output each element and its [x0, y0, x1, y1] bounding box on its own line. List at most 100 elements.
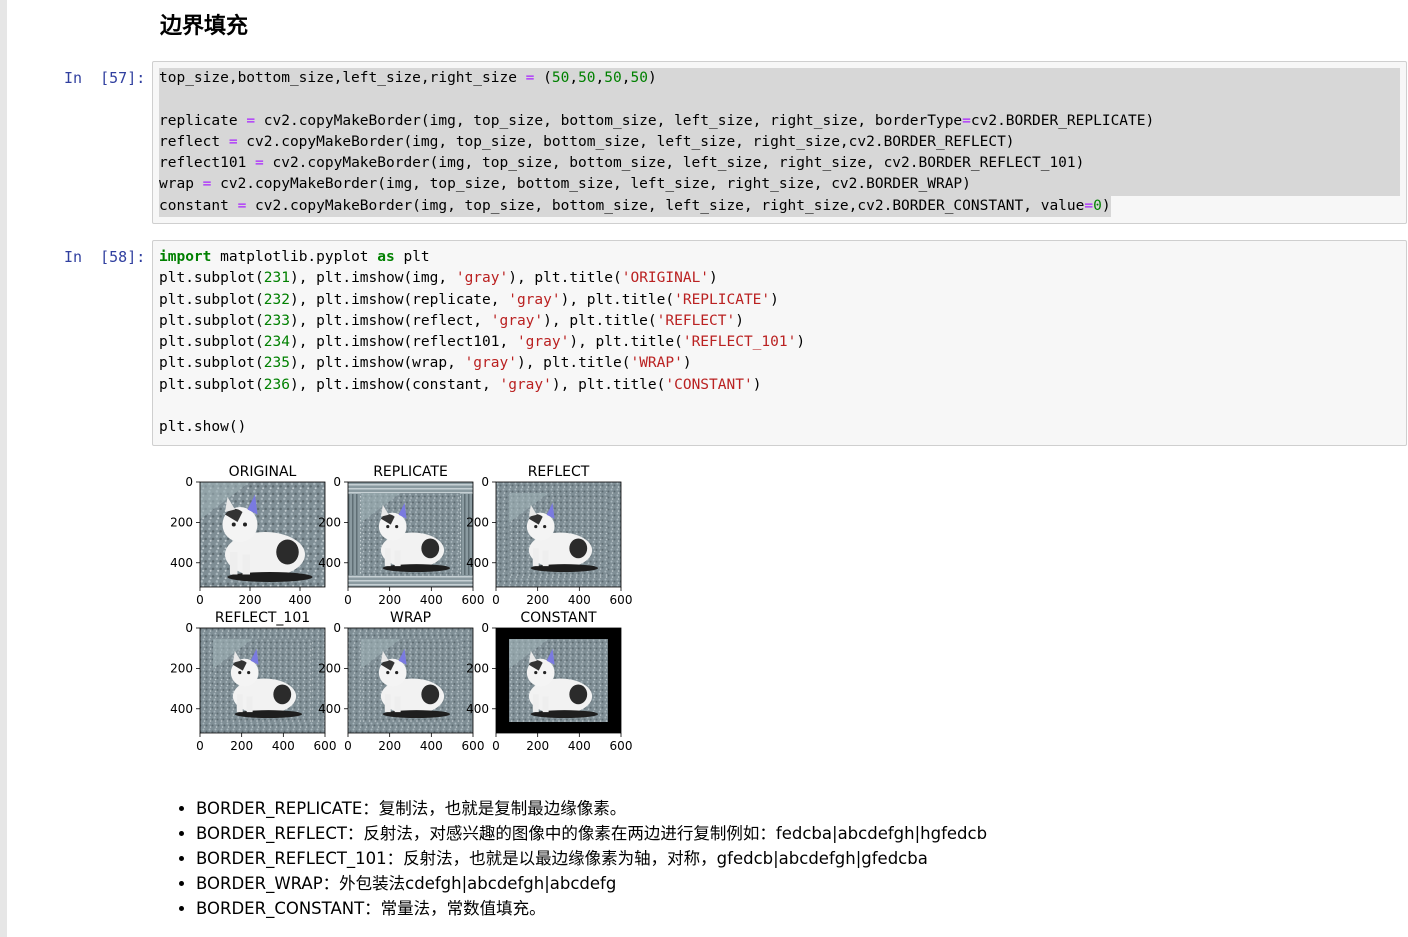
- subplot-title: ORIGINAL: [229, 464, 297, 480]
- code-token: plt.subplot(: [159, 334, 264, 351]
- code-line: replicate = cv2.copyMakeBorder(img, top_…: [159, 110, 1400, 132]
- y-tick-label: 0: [185, 621, 193, 635]
- code-token: 50: [630, 70, 648, 86]
- code-token: =: [228, 133, 238, 150]
- output-figure: ORIGINAL 0 200 400 0 200 400 REPLICATE 0 200 400 0 2…: [170, 464, 633, 753]
- y-tick-label: 400: [170, 702, 193, 716]
- subplot-title: WRAP: [390, 610, 431, 626]
- x-tick-label: 400: [568, 593, 591, 607]
- subplot-title: REFLECT_101: [215, 610, 310, 626]
- cell-prompt-58: In [58]:: [64, 248, 146, 266]
- subplot-title: REPLICATE: [373, 464, 448, 480]
- y-tick-label: 400: [318, 702, 341, 716]
- x-tick-label: 400: [272, 739, 295, 753]
- code-token: plt: [394, 249, 430, 265]
- code-token: ), plt.title(: [543, 312, 657, 329]
- code-token: 'gray': [490, 312, 544, 329]
- code-cell-57-source[interactable]: top_size,bottom_size,left_size,right_siz…: [159, 68, 1400, 218]
- code-token: plt.subplot(: [159, 376, 264, 393]
- y-tick-label: 400: [466, 702, 489, 716]
- code-token: ), plt.imshow(img,: [289, 270, 456, 287]
- code-token: 235: [263, 355, 290, 372]
- code-token: =: [255, 155, 264, 172]
- code-token: =: [246, 112, 256, 129]
- y-tick-label: 0: [333, 475, 341, 489]
- code-line: top_size,bottom_size,left_size,right_siz…: [159, 68, 1400, 90]
- x-tick-label: 200: [526, 739, 549, 753]
- left-gutter: [0, 0, 7, 937]
- y-tick-label: 200: [466, 661, 489, 675]
- code-token: ), plt.imshow(replicate,: [289, 291, 509, 308]
- x-tick-label: 0: [492, 593, 500, 607]
- x-tick-label: 600: [610, 739, 633, 753]
- code-token: plt.subplot(: [159, 355, 264, 372]
- code-token: ): [709, 270, 718, 287]
- x-tick-label: 600: [462, 739, 485, 753]
- code-token: 'WRAP': [630, 355, 683, 372]
- code-line: plt.show(): [159, 417, 805, 438]
- border-types-list: BORDER_REPLICATE：复制法，也就是复制最边缘像素。BORDER_R…: [176, 796, 987, 921]
- code-line: reflect101 = cv2.copyMakeBorder(img, top…: [159, 153, 1400, 175]
- subplot-title: CONSTANT: [520, 610, 597, 626]
- code-token: plt.subplot(: [159, 312, 264, 329]
- code-token: 50: [578, 70, 596, 86]
- code-token: ), plt.imshow(wrap,: [289, 355, 465, 372]
- code-token: 236: [263, 376, 290, 393]
- code-token: cv2.copyMakeBorder(img, top_size, bottom…: [246, 197, 1085, 214]
- code-token: cv2.BORDER_REPLICATE): [970, 112, 1155, 129]
- code-token: ), plt.imshow(reflect101,: [289, 334, 517, 351]
- code-token: ): [647, 70, 657, 86]
- code-token: ): [1101, 197, 1111, 214]
- code-line: plt.subplot(236), plt.imshow(constant, '…: [159, 375, 805, 396]
- code-token: 0: [1093, 197, 1102, 214]
- code-token: 'gray': [508, 291, 561, 308]
- y-tick-label: 0: [481, 475, 489, 489]
- code-token: cv2.copyMakeBorder(img, top_size, bottom…: [263, 155, 1085, 172]
- x-tick-label: 600: [610, 593, 633, 607]
- section-heading: 边界填充: [160, 14, 249, 39]
- code-token: ,: [595, 70, 605, 86]
- code-token: cv2.copyMakeBorder(img, top_size, bottom…: [255, 112, 963, 129]
- code-line: plt.subplot(234), plt.imshow(reflect101,…: [159, 332, 805, 353]
- code-token: ): [735, 312, 744, 329]
- code-token: 'ORIGINAL': [621, 270, 710, 287]
- code-token: ): [682, 355, 692, 372]
- subplot-wrap: WRAP 0 200 400 0 200 400 600: [318, 610, 484, 753]
- code-token: 'REPLICATE': [674, 291, 771, 308]
- subplot-reflect-101: REFLECT_101 0 200 400 0 200 400 600: [170, 610, 336, 753]
- code-token: wrap: [159, 176, 203, 193]
- code-token: plt.subplot(: [159, 291, 264, 308]
- code-token: import: [159, 249, 212, 265]
- y-tick-label: 200: [318, 661, 341, 675]
- code-token: 234: [263, 334, 290, 351]
- x-tick-label: 200: [378, 739, 401, 753]
- code-token: ), plt.title(: [508, 270, 622, 287]
- code-line: plt.subplot(235), plt.imshow(wrap, 'gray…: [159, 353, 805, 374]
- code-token: ): [796, 334, 806, 351]
- code-line: constant = cv2.copyMakeBorder(img, top_s…: [159, 195, 1400, 218]
- x-tick-label: 0: [344, 739, 352, 753]
- code-token: ,: [569, 70, 579, 86]
- x-tick-label: 200: [230, 739, 253, 753]
- y-tick-label: 200: [466, 515, 489, 529]
- y-tick-label: 200: [318, 515, 341, 529]
- y-tick-label: 0: [333, 621, 341, 635]
- code-token: ), plt.imshow(constant,: [289, 376, 500, 393]
- x-tick-label: 200: [526, 593, 549, 607]
- y-tick-label: 0: [185, 475, 193, 489]
- code-token: ), plt.title(: [560, 291, 675, 308]
- code-line: plt.subplot(232), plt.imshow(replicate, …: [159, 290, 805, 311]
- code-cell-58-source[interactable]: import matplotlib.pyplot as plt plt.subpl…: [159, 247, 805, 439]
- cell-prompt-57: In [57]:: [64, 69, 146, 87]
- subplot-constant: CONSTANT 0 200 400 0 200 400 600: [466, 610, 632, 753]
- code-token: plt.subplot(: [159, 270, 264, 287]
- code-token: 50: [604, 70, 622, 86]
- code-token: 'REFLECT': [656, 312, 736, 329]
- code-token: 'gray': [455, 270, 509, 287]
- y-tick-label: 400: [170, 556, 193, 570]
- x-tick-label: 0: [196, 739, 204, 753]
- code-token: 'CONSTANT': [665, 376, 753, 393]
- x-tick-label: 0: [196, 593, 204, 607]
- code-token: ), plt.title(: [569, 334, 683, 351]
